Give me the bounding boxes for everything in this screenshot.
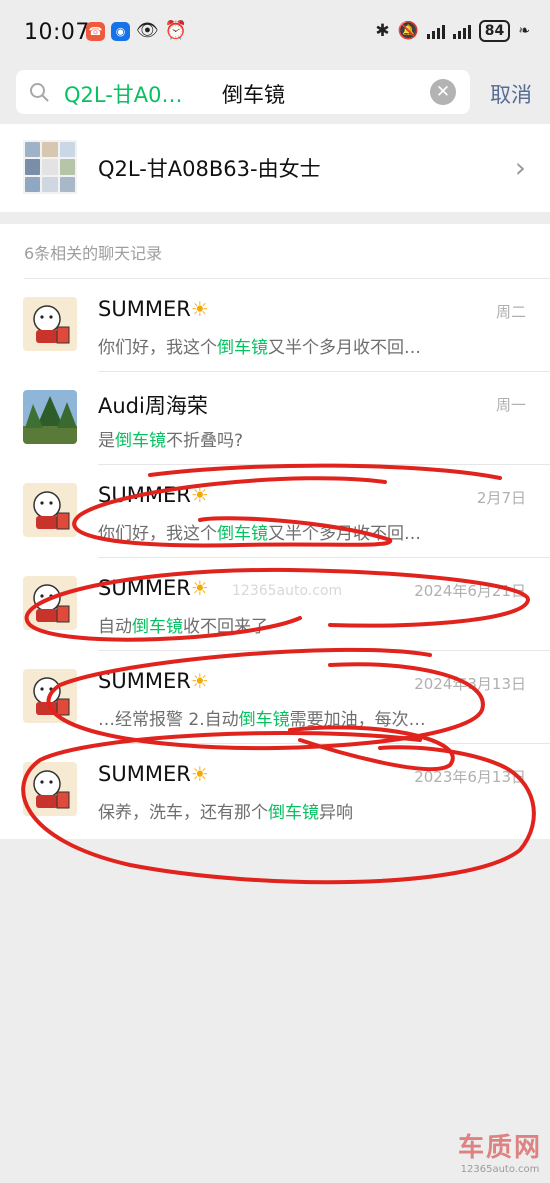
contact-name: Q2L-甘A08B63-由女士	[98, 157, 321, 181]
contact-name: SUMMER☀	[98, 576, 209, 600]
group-avatar	[23, 140, 77, 194]
search-input[interactable]: Q2L-甘A0… 倒车镜 ✕	[16, 70, 470, 114]
list-item[interactable]: SUMMER☀ 周二 你们好，我这个倒车镜又半个多月收不回…	[0, 278, 550, 371]
status-bar: 10:07 ☎ ◉ 👁 ⏰ ✱ 🔕 84 ❧	[0, 0, 550, 66]
message-preview: 是倒车镜不折叠吗?	[98, 431, 244, 451]
message-preview: 保养，洗车，还有那个倒车镜异响	[98, 803, 353, 823]
leaf-icon: ❧	[518, 23, 530, 39]
bluetooth-icon: ✱	[375, 21, 390, 41]
status-time: 10:07	[24, 20, 90, 45]
contact-name: SUMMER☀	[98, 669, 209, 693]
search-row: Q2L-甘A0… 倒车镜 ✕ 取消	[0, 66, 550, 122]
avatar	[23, 297, 77, 351]
divider	[24, 278, 550, 279]
battery-icon: 84	[478, 20, 511, 42]
timestamp: 周一	[495, 396, 526, 414]
timestamp: 2023年6月13日	[414, 768, 526, 786]
list-item[interactable]: Audi周海荣 周一 是倒车镜不折叠吗?	[0, 371, 550, 464]
app-icon: ◉	[111, 21, 130, 41]
sun-icon: ☀	[190, 483, 209, 507]
list-item[interactable]: SUMMER☀ 2月7日 你们好，我这个倒车镜又半个多月收不回…	[0, 464, 550, 557]
timestamp: 2024年3月13日	[414, 675, 526, 693]
section-label: 6条相关的聊天记录	[24, 244, 163, 263]
sun-icon: ☀	[190, 669, 209, 693]
watermark: 12365auto.com	[232, 583, 343, 599]
divider	[98, 371, 550, 372]
notification-icons: ☎ ◉ 👁 ⏰	[86, 21, 187, 41]
divider	[98, 464, 550, 465]
divider	[98, 650, 550, 651]
mute-icon: 🔕	[397, 21, 419, 41]
divider	[98, 557, 550, 558]
timestamp: 周二	[495, 303, 526, 321]
chevron-right-icon: ›	[514, 151, 526, 184]
list-item[interactable]: SUMMER☀ 2024年3月13日 …经常报警 2.自动倒车镜需要加油，每次…	[0, 650, 550, 743]
message-preview: 你们好，我这个倒车镜又半个多月收不回…	[98, 338, 421, 358]
brand-name: 车质网	[457, 1133, 542, 1163]
missed-call-icon: ☎	[86, 21, 105, 41]
avatar	[23, 483, 77, 537]
system-icons: ✱ 🔕 84 ❧	[375, 20, 530, 42]
signal-icon	[426, 23, 445, 39]
contact-card[interactable]: Q2L-甘A08B63-由女士 ›	[0, 124, 550, 212]
alarm-icon: ⏰	[164, 20, 188, 41]
divider	[98, 743, 550, 744]
contact-name: SUMMER☀	[98, 762, 209, 786]
search-keyword[interactable]: 倒车镜	[222, 79, 285, 109]
avatar	[23, 762, 77, 816]
brand-logo: 车质网 12365auto.com	[458, 1127, 542, 1175]
clear-icon[interactable]: ✕	[430, 79, 456, 105]
sun-icon: ☀	[190, 297, 209, 321]
message-preview: 自动倒车镜收不回来了	[98, 617, 268, 637]
sun-icon: ☀	[190, 762, 209, 786]
search-icon	[30, 83, 49, 102]
search-contact-tag[interactable]: Q2L-甘A0…	[64, 79, 183, 109]
sun-icon: ☀	[190, 576, 209, 600]
list-item[interactable]: SUMMER☀ 2024年6月21日 自动倒车镜收不回来了	[0, 557, 550, 650]
contact-name: Audi周海荣	[98, 394, 208, 418]
brand-url: 12365auto.com	[460, 1164, 540, 1175]
avatar	[23, 576, 77, 630]
contact-name: SUMMER☀	[98, 483, 209, 507]
cancel-button[interactable]: 取消	[490, 79, 532, 109]
timestamp: 2月7日	[476, 489, 526, 507]
list-item[interactable]: SUMMER☀ 2023年6月13日 保养，洗车，还有那个倒车镜异响	[0, 743, 550, 836]
avatar	[23, 390, 77, 444]
message-preview: …经常报警 2.自动倒车镜需要加油，每次…	[98, 710, 426, 730]
signal-icon	[452, 23, 471, 39]
chat-records-section: 6条相关的聊天记录 SUMMER☀ 周二 你们好，我这个倒车镜又半个多月收不回……	[0, 224, 550, 839]
contact-name: SUMMER☀	[98, 297, 209, 321]
avatar	[23, 669, 77, 723]
eye-icon: 👁	[136, 20, 159, 41]
timestamp: 2024年6月21日	[414, 582, 526, 600]
message-preview: 你们好，我这个倒车镜又半个多月收不回…	[98, 524, 421, 544]
